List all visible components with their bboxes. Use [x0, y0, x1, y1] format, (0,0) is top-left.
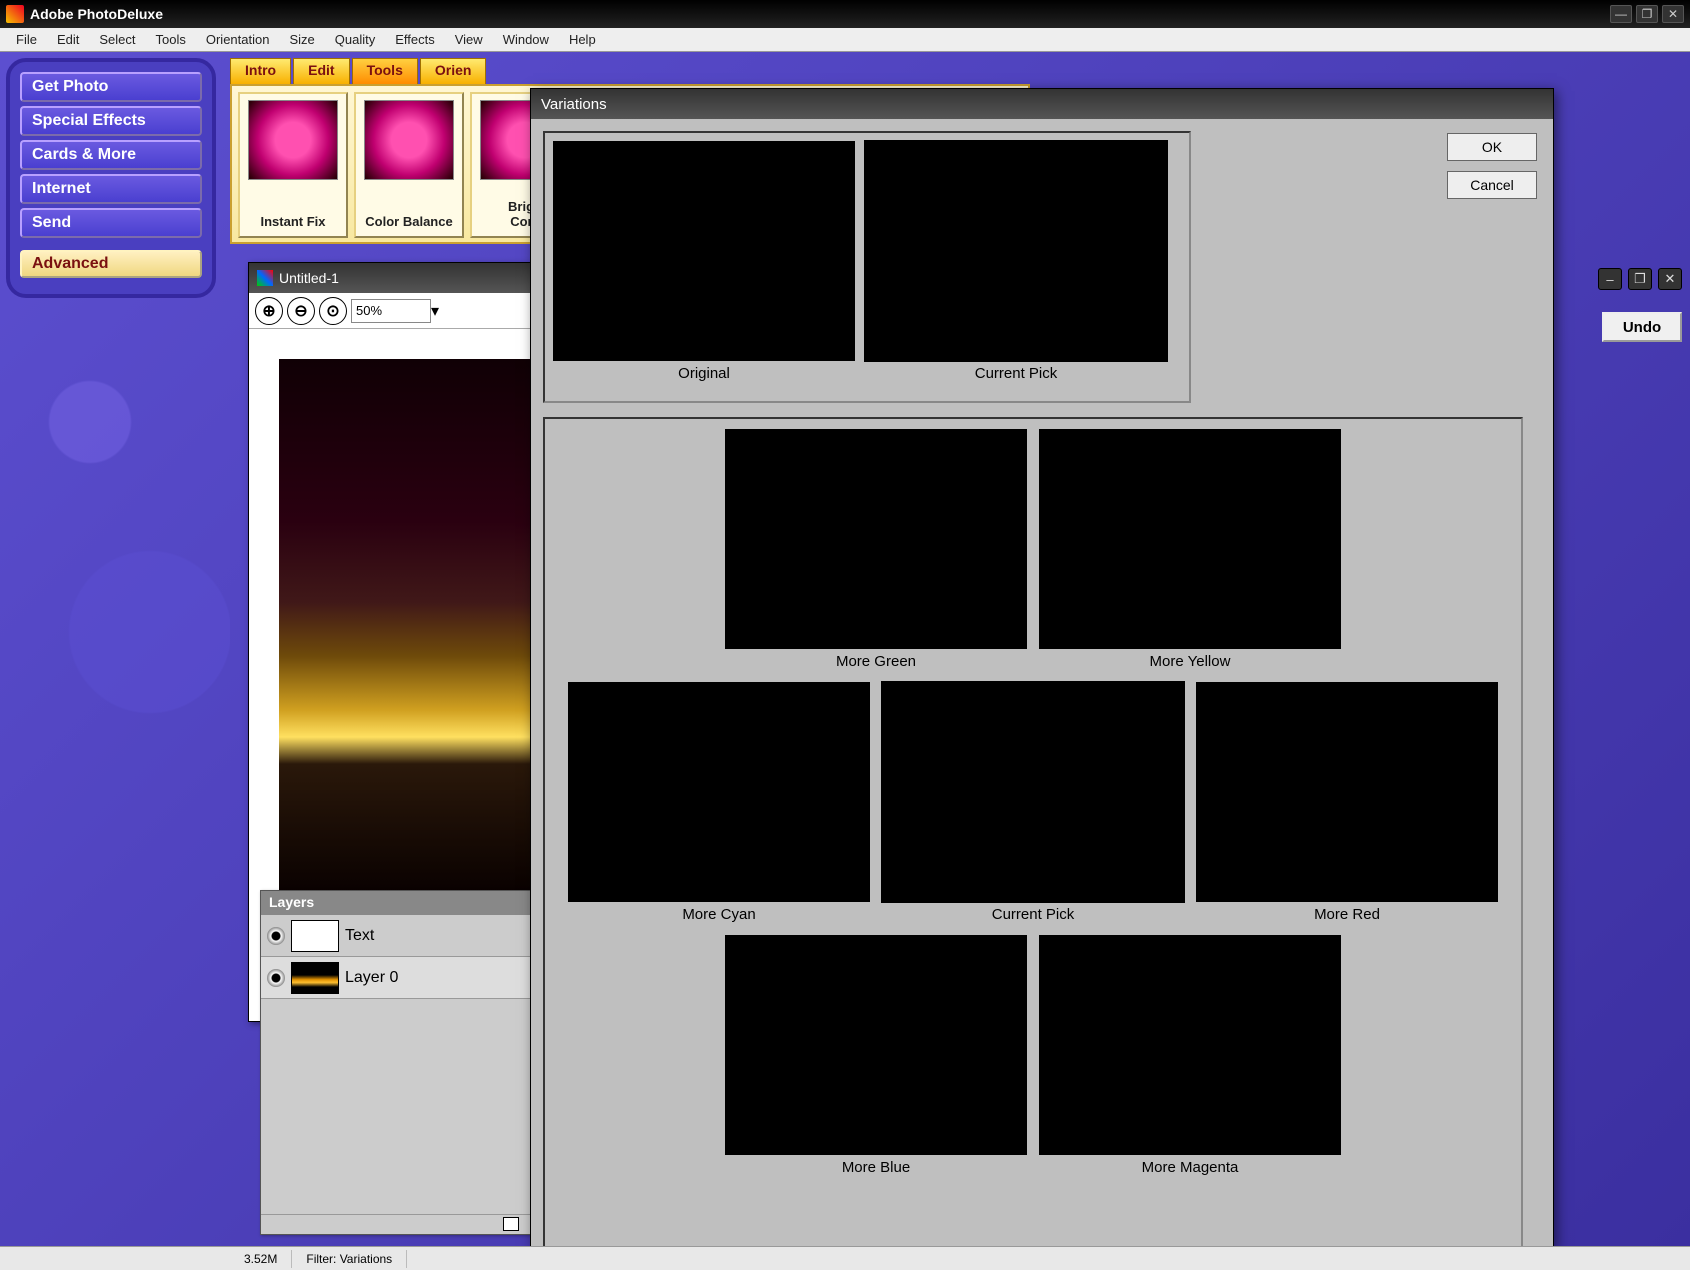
zoom-out-button[interactable]: ⊖ [287, 297, 315, 325]
dialog-title: Variations [541, 96, 607, 113]
eye-icon[interactable] [267, 927, 285, 945]
workspace: Get Photo Special Effects Cards & More I… [0, 52, 1690, 1246]
app-icon [6, 5, 24, 23]
close-button[interactable]: ✕ [1662, 5, 1684, 23]
variations-color-grid: More Green More Yellow More Cyan Current [543, 417, 1523, 1253]
zoom-fit-button[interactable]: ⊙ [319, 297, 347, 325]
maximize-button[interactable]: ❐ [1636, 5, 1658, 23]
mdi-minimize-button[interactable]: – [1598, 268, 1622, 290]
sidebar-cards-more[interactable]: Cards & More [20, 140, 202, 170]
variation-more-red[interactable]: More Red [1196, 682, 1498, 931]
sidebar-send[interactable]: Send [20, 208, 202, 238]
variation-label: More Yellow [1150, 653, 1231, 670]
menu-size[interactable]: Size [279, 30, 324, 49]
menu-select[interactable]: Select [89, 30, 145, 49]
layer-thumbnail [291, 920, 339, 952]
thumbnail-icon [364, 100, 454, 180]
variation-thumbnail [865, 141, 1167, 361]
layer-row[interactable]: Text [261, 915, 549, 957]
menu-help[interactable]: Help [559, 30, 606, 49]
variation-label: More Green [836, 653, 916, 670]
menu-file[interactable]: File [6, 30, 47, 49]
variation-more-blue[interactable]: More Blue [725, 935, 1027, 1184]
zoom-level-select[interactable] [351, 299, 431, 323]
menu-tools[interactable]: Tools [146, 30, 196, 49]
sidebar: Get Photo Special Effects Cards & More I… [6, 58, 216, 298]
variation-label: Current Pick [975, 365, 1058, 382]
variations-dialog: Variations OK Cancel Original Current Pi… [530, 88, 1554, 1248]
tool-color-balance[interactable]: Color Balance [354, 92, 464, 238]
new-layer-icon[interactable] [503, 1217, 519, 1231]
mdi-close-button[interactable]: ✕ [1658, 268, 1682, 290]
status-filesize: 3.52M [230, 1250, 292, 1268]
menu-view[interactable]: View [445, 30, 493, 49]
menu-orientation[interactable]: Orientation [196, 30, 280, 49]
menu-window[interactable]: Window [493, 30, 559, 49]
tool-label: Instant Fix [260, 214, 325, 230]
eye-icon[interactable] [267, 969, 285, 987]
variation-thumbnail [553, 141, 855, 361]
variation-original[interactable]: Original [553, 141, 855, 393]
variation-label: More Magenta [1142, 1159, 1239, 1176]
doc-title: Untitled-1 [279, 270, 339, 286]
layers-panel: Layers Text Layer 0 [260, 890, 550, 1235]
undo-button[interactable]: Undo [1602, 312, 1682, 342]
variation-label: Original [678, 365, 730, 382]
variation-thumbnail [1039, 429, 1341, 649]
tool-label: Color Balance [365, 214, 452, 230]
tool-instant-fix[interactable]: Instant Fix [238, 92, 348, 238]
status-bar: 3.52M Filter: Variations [0, 1246, 1690, 1270]
variation-thumbnail [725, 935, 1027, 1155]
variation-more-magenta[interactable]: More Magenta [1039, 935, 1341, 1184]
variation-label: Current Pick [992, 906, 1075, 923]
zoom-in-button[interactable]: ⊕ [255, 297, 283, 325]
variation-more-yellow[interactable]: More Yellow [1039, 429, 1341, 678]
app-titlebar: Adobe PhotoDeluxe — ❐ ✕ [0, 0, 1690, 28]
menu-bar: File Edit Select Tools Orientation Size … [0, 28, 1690, 52]
mdi-window-controls: – ❐ ✕ [1598, 268, 1682, 290]
tool-tabs: Intro Edit Tools Orien [230, 58, 1684, 84]
variation-more-green[interactable]: More Green [725, 429, 1027, 678]
variation-thumbnail [1039, 935, 1341, 1155]
mdi-restore-button[interactable]: ❐ [1628, 268, 1652, 290]
sidebar-advanced[interactable]: Advanced [20, 250, 202, 278]
thumbnail-icon [248, 100, 338, 180]
menu-edit[interactable]: Edit [47, 30, 89, 49]
layer-row[interactable]: Layer 0 [261, 957, 549, 999]
variation-thumbnail [725, 429, 1027, 649]
ok-button[interactable]: OK [1447, 133, 1537, 161]
layer-name: Text [345, 927, 374, 945]
menu-quality[interactable]: Quality [325, 30, 385, 49]
dialog-titlebar[interactable]: Variations [531, 89, 1553, 119]
variation-label: More Blue [842, 1159, 910, 1176]
decorative-sidebar-art [0, 332, 230, 1246]
menu-effects[interactable]: Effects [385, 30, 445, 49]
variation-label: More Cyan [682, 906, 755, 923]
app-title: Adobe PhotoDeluxe [30, 6, 1610, 22]
doc-icon [257, 270, 273, 286]
status-filter: Filter: Variations [292, 1250, 407, 1268]
sidebar-special-effects[interactable]: Special Effects [20, 106, 202, 136]
dropdown-arrow-icon[interactable]: ▾ [431, 301, 439, 321]
variation-thumbnail [1196, 682, 1498, 902]
layer-name: Layer 0 [345, 969, 398, 987]
minimize-button[interactable]: — [1610, 5, 1632, 23]
tab-orientation[interactable]: Orien [420, 58, 487, 84]
cancel-button[interactable]: Cancel [1447, 171, 1537, 199]
variation-label: More Red [1314, 906, 1380, 923]
variation-current-pick-center[interactable]: Current Pick [882, 682, 1184, 931]
variations-top-group: Original Current Pick [543, 131, 1191, 403]
layers-header: Layers [261, 891, 549, 915]
sidebar-internet[interactable]: Internet [20, 174, 202, 204]
sidebar-get-photo[interactable]: Get Photo [20, 72, 202, 102]
tab-intro[interactable]: Intro [230, 58, 291, 84]
variation-thumbnail [568, 682, 870, 902]
variation-thumbnail [882, 682, 1184, 902]
tab-edit[interactable]: Edit [293, 58, 349, 84]
variation-more-cyan[interactable]: More Cyan [568, 682, 870, 931]
layer-thumbnail [291, 962, 339, 994]
variation-current-pick[interactable]: Current Pick [865, 141, 1167, 393]
tab-tools[interactable]: Tools [352, 58, 418, 84]
layers-footer [261, 1214, 549, 1234]
